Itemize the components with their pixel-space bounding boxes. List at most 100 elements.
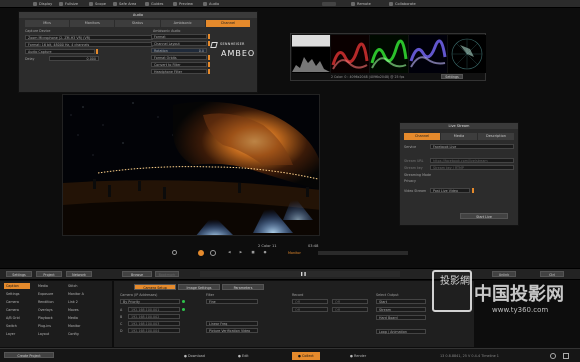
browse-button[interactable]: Browse xyxy=(122,271,152,277)
output-row[interactable]: Stream xyxy=(376,307,426,312)
preview-select[interactable]: Picture Verification Video xyxy=(206,328,258,333)
service-select[interactable]: Facebook Live xyxy=(430,144,514,149)
window-icon[interactable] xyxy=(563,353,569,359)
menu-cell[interactable]: Rendition xyxy=(36,299,62,305)
video-stream-toggle[interactable] xyxy=(472,188,474,193)
menu-cell[interactable]: Moves xyxy=(66,307,92,313)
collect-tab[interactable]: ● Collect xyxy=(292,352,320,360)
format-select[interactable]: Format: 16 bit, 48000 Hz, 4 channels xyxy=(25,42,153,47)
display-button[interactable]: Display xyxy=(30,1,55,7)
cam-a-ip[interactable]: 192.168.100.001 xyxy=(128,307,180,312)
video-stream-select[interactable]: Post Live Video xyxy=(430,188,470,193)
ambi-orbits-row[interactable]: Format Orbits xyxy=(151,55,207,60)
project-tab[interactable]: Project xyxy=(36,271,62,277)
menu-cell[interactable]: Stitch xyxy=(66,283,92,289)
audio-button[interactable]: Audio xyxy=(200,1,222,7)
ambi-convert-row[interactable]: Convert to Filter xyxy=(151,62,207,67)
menu-cell[interactable]: Media xyxy=(36,283,62,289)
record-row[interactable]: Off xyxy=(332,299,368,304)
menu-cell[interactable]: Layout xyxy=(36,331,62,337)
audio-capture-field[interactable]: Audio Capture xyxy=(25,49,95,54)
cam-d-ip[interactable]: 192.168.100.004 xyxy=(128,328,180,333)
network-tab[interactable]: Network xyxy=(66,271,92,277)
tab-monitors[interactable]: Monitors xyxy=(70,20,115,27)
download-tab[interactable]: ● Download xyxy=(184,352,205,360)
ambi-toggle-2[interactable] xyxy=(208,41,210,46)
menu-cell[interactable]: Monitor A xyxy=(66,291,92,297)
preview-button[interactable]: Preview xyxy=(170,1,196,7)
record-row[interactable]: Off xyxy=(292,307,328,312)
scope-button[interactable]: Scope xyxy=(86,1,109,7)
tab-parameters[interactable]: Parameters xyxy=(222,284,264,290)
tab-channel[interactable]: Channel xyxy=(205,20,251,27)
tab-mics[interactable]: Mics xyxy=(25,20,70,27)
tab-live-description[interactable]: Description xyxy=(478,133,514,140)
audio-capture-toggle[interactable] xyxy=(96,49,98,54)
record-icon[interactable] xyxy=(198,250,204,256)
menu-cell[interactable]: Exposure xyxy=(36,291,62,297)
ambi-layout-row[interactable]: Channel Layout xyxy=(151,41,207,46)
guides-button[interactable]: Guides xyxy=(142,1,166,7)
scopes-settings-button[interactable]: Settings xyxy=(441,74,463,79)
safe-area-button[interactable]: Safe Area xyxy=(110,1,139,7)
menu-cell[interactable]: Camera xyxy=(4,307,30,313)
menu-cell[interactable]: Settings xyxy=(4,291,30,297)
tab-status[interactable]: Status xyxy=(115,20,160,27)
ambi-format-row[interactable]: Format xyxy=(151,34,207,39)
menu-cell[interactable]: Camera xyxy=(4,299,30,305)
tab-live-channel[interactable]: Channel xyxy=(404,133,440,140)
ambi-rotation-row[interactable]: Rotation 0.0 xyxy=(151,48,207,53)
collaborate-button[interactable]: Collaborate xyxy=(386,1,419,7)
settings-tab[interactable]: Settings xyxy=(6,271,32,277)
ambi-headphone-row[interactable]: Headphone Filter xyxy=(151,69,207,74)
fullsize-button[interactable]: Fullsize xyxy=(56,1,81,7)
output-row[interactable]: Hard Board xyxy=(376,315,426,320)
start-live-button[interactable]: Start Live xyxy=(460,213,508,219)
ambi-toggle-4[interactable] xyxy=(208,62,210,67)
menu-cell[interactable]: A/B Grid xyxy=(4,315,30,321)
menu-cell[interactable]: Playback xyxy=(36,315,62,321)
ambi-toggle-1[interactable] xyxy=(208,34,210,39)
menu-cell[interactable]: Media xyxy=(66,315,92,321)
tab-image-settings[interactable]: Image Settings xyxy=(178,284,220,290)
menu-cell[interactable]: Switch xyxy=(4,323,30,329)
filter-select[interactable]: Fine xyxy=(206,299,258,304)
menu-cell[interactable]: Link 2 xyxy=(66,299,92,305)
camera-select[interactable]: By Priority xyxy=(120,299,180,304)
menu-cell[interactable]: Plug-ins xyxy=(36,323,62,329)
encode-field[interactable]: Loop / Animation xyxy=(376,329,426,334)
playback-controls[interactable]: ◀ ▶ ■ ● xyxy=(228,250,271,254)
video-viewer[interactable] xyxy=(62,94,320,236)
bookmark-button[interactable]: Bookmark xyxy=(155,271,179,277)
remote-button[interactable]: Remote xyxy=(348,1,374,7)
menu-cell[interactable]: Layer xyxy=(4,331,30,337)
fps-select[interactable]: Linear Freq xyxy=(206,321,258,326)
stream-key-field[interactable]: Stream key / RTMP xyxy=(430,165,514,170)
record-indicator[interactable] xyxy=(322,2,336,6)
ambi-toggle-5[interactable] xyxy=(208,69,210,74)
capture-device-select[interactable]: Zoom Microphone (2- ZM-H3 VR) (VR) xyxy=(25,35,153,40)
tab-ambisonic[interactable]: Ambisonic xyxy=(160,20,205,27)
menu-cell[interactable]: Caption xyxy=(4,283,30,289)
tab-camera-setup[interactable]: Camera Setup xyxy=(134,284,176,290)
render-tab[interactable]: ● Render xyxy=(350,352,366,360)
create-project-button[interactable]: Create Project xyxy=(4,352,54,358)
menu-cell[interactable]: Monitor xyxy=(66,323,92,329)
monitor-mode[interactable]: Monitor xyxy=(288,251,301,255)
output-row[interactable]: Start xyxy=(376,299,426,304)
delay-input[interactable]: 0.000 xyxy=(49,56,99,61)
pause-icon[interactable]: ❚❚ xyxy=(300,271,307,277)
edit-tab[interactable]: ● Edit xyxy=(238,352,249,360)
record-row[interactable]: Off xyxy=(292,299,328,304)
cam-c-ip[interactable]: 192.168.100.003 xyxy=(128,321,180,326)
transport-slider[interactable] xyxy=(318,251,408,255)
cam-b-ip[interactable]: 192.168.100.002 xyxy=(128,314,180,319)
menu-cell[interactable]: Config xyxy=(66,331,92,337)
timeline-icon[interactable] xyxy=(172,250,177,255)
gear-icon[interactable] xyxy=(550,353,556,359)
ambi-toggle-3[interactable] xyxy=(208,55,210,60)
playback-scrub[interactable]: ❚❚ xyxy=(200,271,400,277)
menu-cell[interactable]: Overlays xyxy=(36,307,62,313)
record-row[interactable]: Off xyxy=(332,307,368,312)
stream-url-field[interactable]: https://facebook.com/live/stream xyxy=(430,158,514,163)
